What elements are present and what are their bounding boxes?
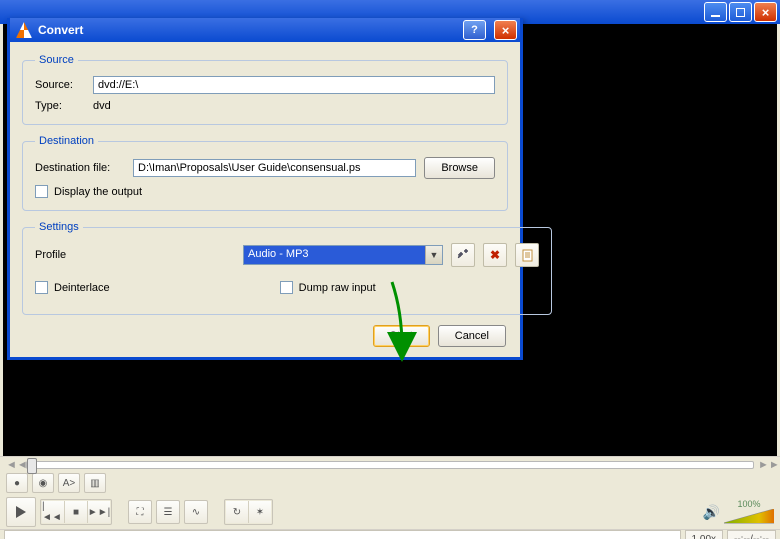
status-text [4,530,681,539]
dump-raw-checkbox[interactable]: Dump raw input [280,281,376,294]
cancel-button[interactable]: Cancel [438,325,506,347]
delete-profile-button[interactable]: ✖ [483,243,507,267]
edit-profile-button[interactable] [451,243,475,267]
chevron-down-icon: ▼ [425,246,442,264]
step-fwd-icon[interactable]: ►► [758,459,774,471]
new-profile-button[interactable] [515,243,539,267]
seek-thumb[interactable] [27,458,37,474]
record-button[interactable]: ● [6,473,28,493]
playback-speed[interactable]: 1.00x [685,530,723,539]
next-button[interactable]: ►►| [88,501,110,523]
ext-settings-button[interactable]: ∿ [184,500,208,524]
destination-legend: Destination [35,135,98,147]
source-group: Source Source: Type: dvd [22,54,508,125]
volume-slider[interactable] [724,509,774,525]
checkbox-icon [35,281,48,294]
vlc-cone-icon [16,22,32,38]
dialog-close-button[interactable]: × [494,20,517,40]
settings-group: Settings Profile Audio - MP3 ▼ ✖ [22,221,552,315]
settings-legend: Settings [35,221,83,233]
fullscreen-button[interactable]: ⛶ [128,500,152,524]
close-button[interactable]: × [754,2,777,22]
vlc-main-window: × ◄◄ ►► ● ◉ A> ▥ |◄◄ ■ ►►| [0,0,780,539]
dest-file-input[interactable] [133,159,416,177]
source-label: Source: [35,79,85,91]
convert-dialog: Convert ? × Source Source: Type: dvd Des… [7,18,523,360]
dialog-button-row: Start Cancel [22,325,508,347]
player-controls: ◄◄ ►► ● ◉ A> ▥ |◄◄ ■ ►►| ⛶ ☰ ∿ [0,456,780,539]
shuffle-button[interactable]: ✶ [249,501,271,523]
playlist-button[interactable]: ☰ [156,500,180,524]
minimize-button[interactable] [704,2,727,22]
loop-group: ↻ ✶ [224,499,273,525]
deinterlace-checkbox[interactable]: Deinterlace [35,281,110,294]
dialog-body: Source Source: Type: dvd Destination Des… [10,42,520,357]
snapshot-button[interactable]: ◉ [32,473,54,493]
browse-button[interactable]: Browse [424,157,495,179]
dialog-help-button[interactable]: ? [463,20,486,40]
destination-group: Destination Destination file: Browse Dis… [22,135,508,211]
profile-label: Profile [35,249,235,261]
profile-select[interactable]: Audio - MP3 ▼ [243,245,443,265]
atob-button[interactable]: A> [58,473,80,493]
deinterlace-label: Deinterlace [54,282,110,294]
frame-button[interactable]: ▥ [84,473,106,493]
seek-row: ◄◄ ►► [0,457,780,473]
type-value: dvd [93,100,111,112]
nav-group: |◄◄ ■ ►►| [40,499,112,525]
start-button[interactable]: Start [373,325,430,347]
source-legend: Source [35,54,78,66]
dest-file-label: Destination file: [35,162,125,174]
maximize-button[interactable] [729,2,752,22]
display-output-label: Display the output [54,186,142,198]
speaker-icon[interactable]: 🔊 [703,504,720,521]
dialog-title: Convert [38,23,455,37]
checkbox-icon [280,281,293,294]
prev-button[interactable]: |◄◄ [42,501,65,523]
display-output-checkbox[interactable]: Display the output [35,185,142,198]
stop-button[interactable]: ■ [65,501,88,523]
seek-slider[interactable] [26,461,754,469]
checkbox-icon [35,185,48,198]
dialog-titlebar: Convert ? × [10,18,520,42]
profile-value: Audio - MP3 [244,246,425,264]
play-button[interactable] [6,497,36,527]
volume-area: 🔊 100% [703,499,774,525]
loop-button[interactable]: ↻ [226,501,249,523]
time-display: --:--/--:-- [727,530,776,539]
source-input[interactable] [93,76,495,94]
status-bar: 1.00x --:--/--:-- [0,529,780,539]
volume-percent: 100% [737,499,760,509]
step-back-icon[interactable]: ◄◄ [6,459,22,471]
dump-raw-label: Dump raw input [299,282,376,294]
type-label: Type: [35,100,85,112]
